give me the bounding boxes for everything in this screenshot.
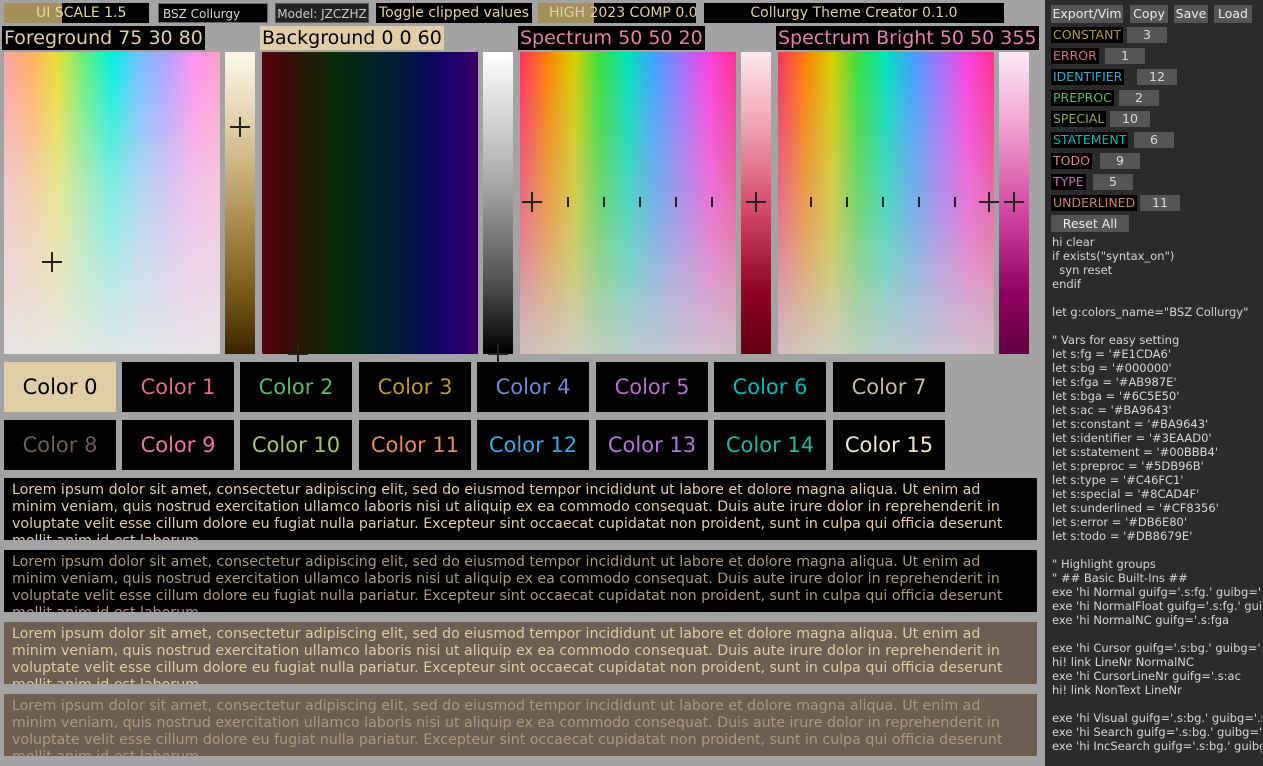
save-button[interactable]: Save <box>1174 5 1208 23</box>
spectrum-tick <box>675 197 677 207</box>
high-comp-label: HIGH 2023 COMP 0.0 <box>549 5 696 21</box>
preview-fg-on-bg: Lorem ipsum dolor sit amet, consectetur … <box>4 478 1037 540</box>
spectrum-lightness-bar[interactable] <box>741 52 771 354</box>
color-swatch[interactable]: Color 9 <box>122 420 234 470</box>
highlight-value-input[interactable]: 3 <box>1127 27 1167 43</box>
background-bar-crosshair[interactable] <box>488 344 508 364</box>
color-swatch[interactable]: Color 8 <box>4 420 116 470</box>
copy-button[interactable]: Copy <box>1130 5 1168 23</box>
color-swatch[interactable]: Color 13 <box>596 420 708 470</box>
spectrum-bright-tick <box>918 197 920 207</box>
preview-fga-on-bg: Lorem ipsum dolor sit amet, consectetur … <box>4 550 1037 612</box>
spectrum-bright-square-crosshair[interactable] <box>979 192 999 212</box>
spectrum-bright-tick <box>954 197 956 207</box>
color-swatch[interactable]: Color 15 <box>833 420 945 470</box>
foreground-color-square[interactable] <box>4 52 220 354</box>
preview-fg-on-bga: Lorem ipsum dolor sit amet, consectetur … <box>4 622 1037 684</box>
spectrum-square-crosshair[interactable] <box>522 192 542 212</box>
vim-code-output: hi clear if exists("syntax_on") syn rese… <box>1052 235 1262 753</box>
color-swatch[interactable]: Color 14 <box>714 420 826 470</box>
background-lightness-bar[interactable] <box>483 52 513 364</box>
app-title: Collurgy Theme Creator 0.1.0 <box>704 3 1004 23</box>
foreground-square-crosshair[interactable] <box>42 252 62 272</box>
color-swatch[interactable]: Color 5 <box>596 362 708 412</box>
highlight-value-input[interactable]: 6 <box>1134 132 1174 148</box>
spectrum-tick <box>567 197 569 207</box>
highlight-value-input[interactable]: 9 <box>1100 153 1140 169</box>
color-swatch[interactable]: Color 4 <box>477 362 589 412</box>
color-swatch[interactable]: Color 2 <box>240 362 352 412</box>
color-swatch[interactable]: Color 3 <box>359 362 471 412</box>
color-swatch[interactable]: Color 1 <box>122 362 234 412</box>
spectrum-bright-tick <box>846 197 848 207</box>
load-button[interactable]: Load <box>1214 5 1252 23</box>
highlight-name: TODO <box>1051 153 1092 169</box>
spectrum-bright-color-square[interactable] <box>778 52 999 354</box>
highlight-name: UNDERLINED <box>1051 195 1138 211</box>
highlight-name: SPECIAL <box>1051 111 1107 127</box>
highlight-name: ERROR <box>1051 48 1099 64</box>
high-comp-slider[interactable]: HIGH 2023 COMP 0.0 <box>538 3 696 23</box>
background-label: Background 0 0 60 <box>260 26 444 50</box>
color-swatch[interactable]: Color 12 <box>477 420 589 470</box>
highlight-name: IDENTIFIER <box>1051 69 1125 85</box>
spectrum-bright-lightness-bar[interactable] <box>999 52 1029 354</box>
highlight-name: TYPE <box>1051 174 1086 190</box>
background-color-square[interactable] <box>262 52 478 364</box>
theme-name-input[interactable]: BSZ Collurgy <box>158 3 268 23</box>
highlight-value-input[interactable]: 10 <box>1110 111 1150 127</box>
export-vim-button[interactable]: Export/Vim <box>1051 5 1123 23</box>
foreground-label: Foreground 75 30 80 <box>2 26 205 50</box>
highlight-value-input[interactable]: 1 <box>1105 48 1145 64</box>
spectrum-tick <box>639 197 641 207</box>
spectrum-color-square[interactable] <box>520 52 736 354</box>
color-swatch[interactable]: Color 11 <box>359 420 471 470</box>
background-square-crosshair[interactable] <box>288 344 308 364</box>
foreground-bar-crosshair[interactable] <box>230 117 250 137</box>
highlight-value-input[interactable]: 11 <box>1140 195 1180 211</box>
syntax-panel: Export/Vim Copy Save Load CONSTANT 3 ERR… <box>1045 0 1263 766</box>
spectrum-bar-crosshair[interactable] <box>746 192 766 212</box>
ui-scale-slider[interactable]: UI SCALE 1.5 <box>4 3 149 23</box>
spectrum-bright-label: Spectrum Bright 50 50 355 <box>776 26 1039 50</box>
spectrum-label: Spectrum 50 50 20 <box>518 26 705 50</box>
color-swatch[interactable]: Color 7 <box>833 362 945 412</box>
highlight-name: PREPROC <box>1051 90 1114 106</box>
spectrum-tick <box>711 197 713 207</box>
spectrum-bright-bar-crosshair[interactable] <box>1004 192 1024 212</box>
reset-all-button[interactable]: Reset All <box>1051 215 1129 232</box>
highlight-value-input[interactable]: 5 <box>1093 174 1133 190</box>
spectrum-bright-tick <box>810 197 812 207</box>
color-swatch[interactable]: Color 0 <box>4 362 116 412</box>
highlight-name: STATEMENT <box>1051 132 1129 148</box>
spectrum-tick <box>603 197 605 207</box>
ui-scale-label: UI SCALE 1.5 <box>36 5 127 21</box>
model-button[interactable]: Model: JZCZHZ <box>275 3 369 23</box>
highlight-value-input[interactable]: 12 <box>1137 69 1177 85</box>
preview-fga-on-bga: Lorem ipsum dolor sit amet, consectetur … <box>4 694 1037 756</box>
color-swatch[interactable]: Color 10 <box>240 420 352 470</box>
highlight-value-input[interactable]: 2 <box>1119 90 1159 106</box>
color-swatch[interactable]: Color 6 <box>714 362 826 412</box>
toggle-clipped-values-button[interactable]: Toggle clipped values <box>376 3 532 23</box>
spectrum-bright-tick <box>882 197 884 207</box>
foreground-lightness-bar[interactable] <box>225 52 255 354</box>
highlight-name: CONSTANT <box>1051 27 1124 43</box>
top-toolbar: UI SCALE 1.5 BSZ Collurgy Model: JZCZHZ … <box>0 0 1045 26</box>
